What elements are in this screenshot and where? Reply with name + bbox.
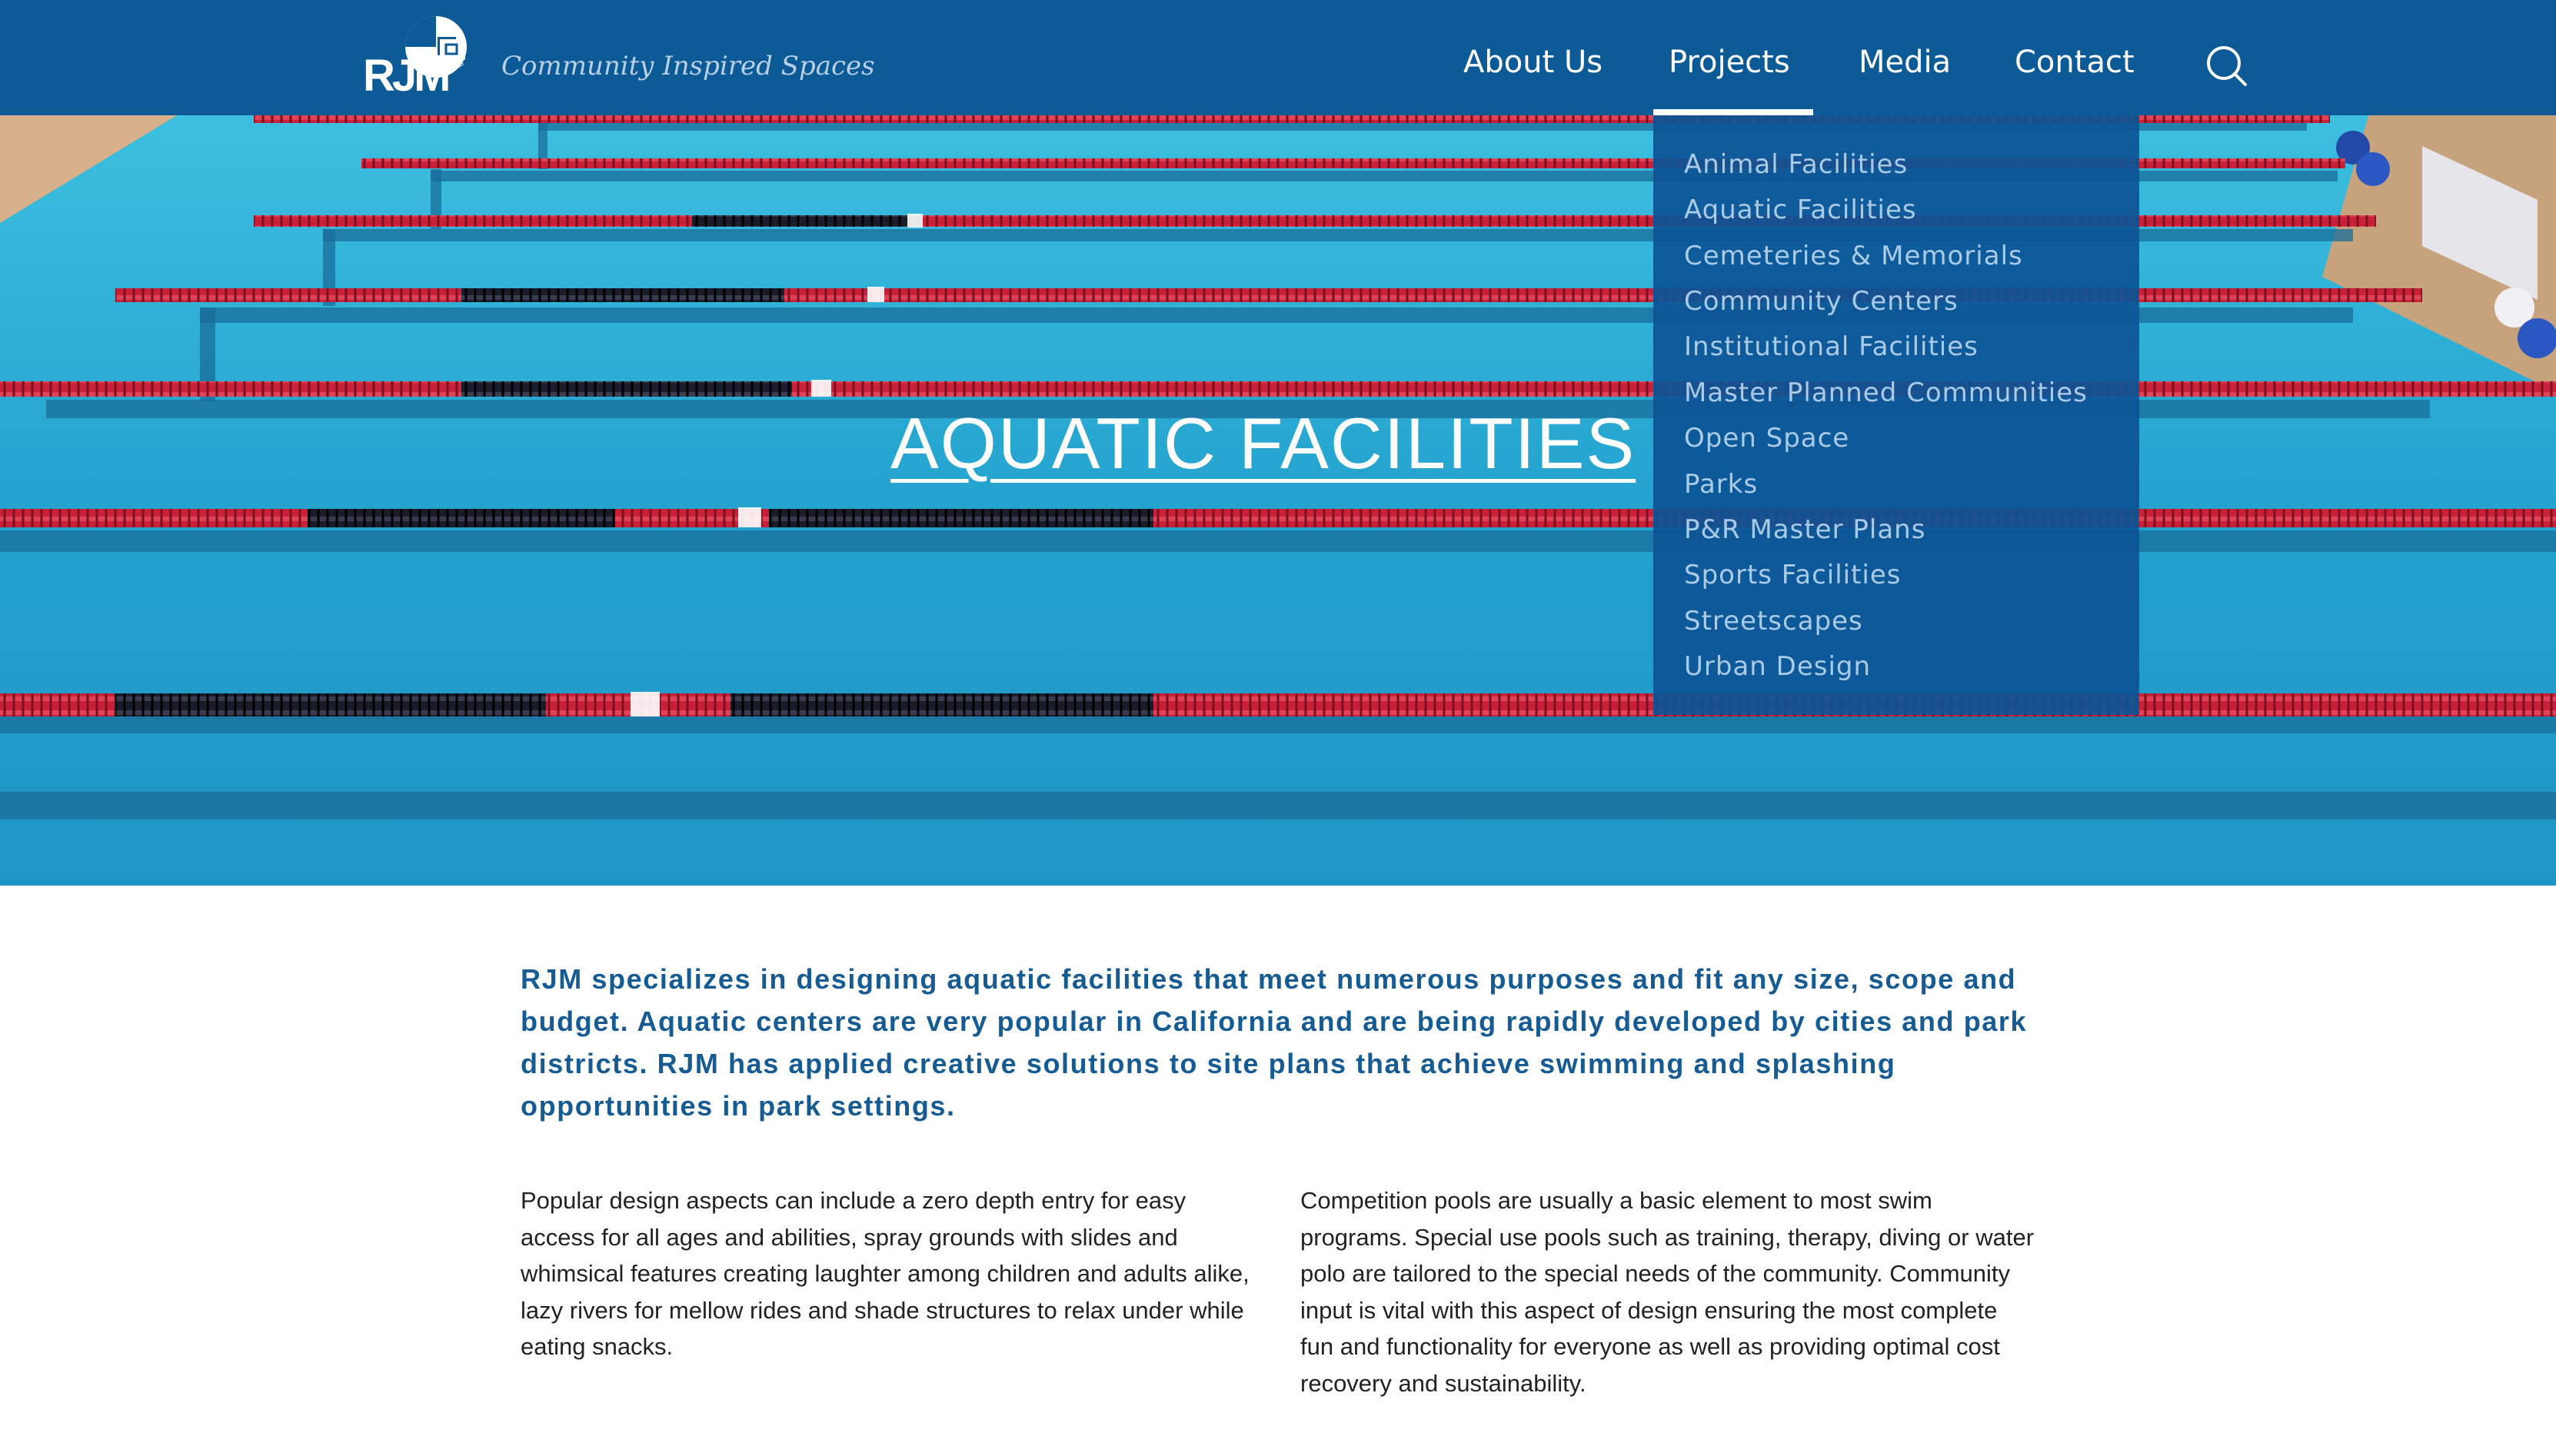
dropdown-item-pr-master-plans[interactable]: P&R Master Plans bbox=[1684, 514, 1925, 545]
dropdown-item-aquatic-facilities[interactable]: Aquatic Facilities bbox=[1684, 194, 1917, 225]
dropdown-item-streetscapes[interactable]: Streetscapes bbox=[1684, 606, 1863, 637]
tagline: Community Inspired Spaces bbox=[501, 51, 875, 81]
hero-banner: AQUATIC FACILITIES bbox=[0, 115, 2556, 886]
dropdown-item-urban-design[interactable]: Urban Design bbox=[1684, 651, 1871, 682]
logo-subtext: DESIGN GROUP bbox=[435, 54, 467, 69]
dropdown-item-cemeteries-memorials[interactable]: Cemeteries & Memorials bbox=[1684, 241, 2023, 271]
hero-title: AQUATIC FACILITIES bbox=[890, 403, 1636, 484]
dropdown-item-community-centers[interactable]: Community Centers bbox=[1684, 286, 1959, 317]
rjm-logo[interactable]: RJM DESIGN GROUP bbox=[363, 11, 478, 103]
nav-active-indicator bbox=[1653, 109, 1813, 115]
body-column-right: Competition pools are usually a basic el… bbox=[1300, 1187, 2035, 1397]
nav-about-us[interactable]: About Us bbox=[1463, 45, 1602, 80]
pool-hero-image bbox=[0, 115, 2556, 886]
dropdown-item-institutional-facilities[interactable]: Institutional Facilities bbox=[1684, 331, 1979, 362]
nav-projects[interactable]: Projects bbox=[1669, 45, 1790, 80]
dropdown-item-animal-facilities[interactable]: Animal Facilities bbox=[1684, 149, 1908, 180]
search-icon[interactable] bbox=[2204, 43, 2250, 89]
nav-contact[interactable]: Contact bbox=[2015, 45, 2135, 80]
intro-paragraph: RJM specializes in designing aquatic fac… bbox=[521, 963, 2028, 1122]
dropdown-item-open-space[interactable]: Open Space bbox=[1684, 423, 1849, 454]
dropdown-item-master-planned-communities[interactable]: Master Planned Communities bbox=[1684, 377, 2088, 408]
projects-dropdown-menu: Animal Facilities Aquatic Facilities Cem… bbox=[1653, 115, 2139, 715]
dropdown-item-sports-facilities[interactable]: Sports Facilities bbox=[1684, 560, 1902, 590]
dropdown-item-parks[interactable]: Parks bbox=[1684, 469, 1758, 500]
body-column-left: Popular design aspects can include a zer… bbox=[521, 1187, 1250, 1360]
nav-media[interactable]: Media bbox=[1859, 45, 1951, 80]
site-header: RJM DESIGN GROUP Community Inspired Spac… bbox=[0, 0, 2556, 115]
